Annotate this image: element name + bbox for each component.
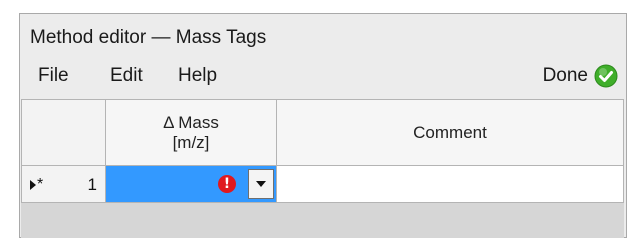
title-bar: Method editor — Mass Tags <box>20 14 626 54</box>
mass-cell[interactable]: ! <box>105 165 277 204</box>
row-number: 1 <box>87 174 97 194</box>
column-header-comment-label: Comment <box>413 122 487 142</box>
comment-cell[interactable] <box>276 165 624 204</box>
grid-header-row: Δ Mass [m/z] Comment <box>21 99 624 166</box>
column-header-mass-line1: Δ Mass <box>163 112 219 132</box>
menu-file[interactable]: File <box>38 65 69 87</box>
column-header-comment[interactable]: Comment <box>276 99 624 166</box>
mass-dropdown-button[interactable] <box>248 169 274 199</box>
menu-help[interactable]: Help <box>178 65 217 87</box>
new-row-star-icon: * <box>37 175 44 193</box>
done-label: Done <box>542 65 588 86</box>
error-icon: ! <box>218 175 236 193</box>
mass-tags-grid: Δ Mass [m/z] Comment * 1 ! <box>21 99 624 204</box>
window-title: Method editor — Mass Tags <box>30 27 267 48</box>
done-button[interactable]: Done <box>543 62 618 90</box>
current-new-row-indicator: * <box>30 175 44 193</box>
row-header-corner <box>21 99 106 166</box>
dropdown-arrow-icon <box>256 181 266 187</box>
current-row-arrow-icon <box>30 179 36 190</box>
column-header-mass-line2: [m/z] <box>172 132 210 152</box>
table-row[interactable]: * 1 ! <box>21 165 624 204</box>
menu-edit[interactable]: Edit <box>110 65 143 87</box>
method-editor-window: Method editor — Mass Tags File Edit Help… <box>19 13 627 238</box>
grid-empty-area <box>21 202 624 238</box>
menu-bar: File Edit Help Done <box>20 54 626 99</box>
row-header[interactable]: * 1 <box>21 165 106 204</box>
column-header-mass[interactable]: Δ Mass [m/z] <box>105 99 277 166</box>
check-circle-icon <box>594 64 618 88</box>
